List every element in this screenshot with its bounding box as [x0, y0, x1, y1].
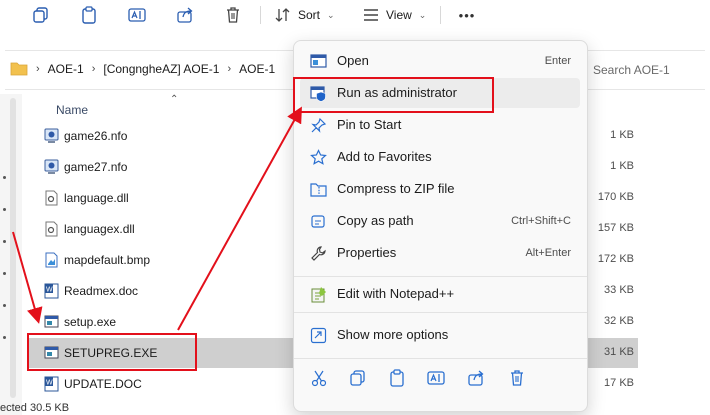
arrow-to-setupreg	[12, 231, 43, 324]
annotation-arrows	[12, 106, 302, 331]
arrow-to-run-as-admin	[177, 106, 302, 331]
